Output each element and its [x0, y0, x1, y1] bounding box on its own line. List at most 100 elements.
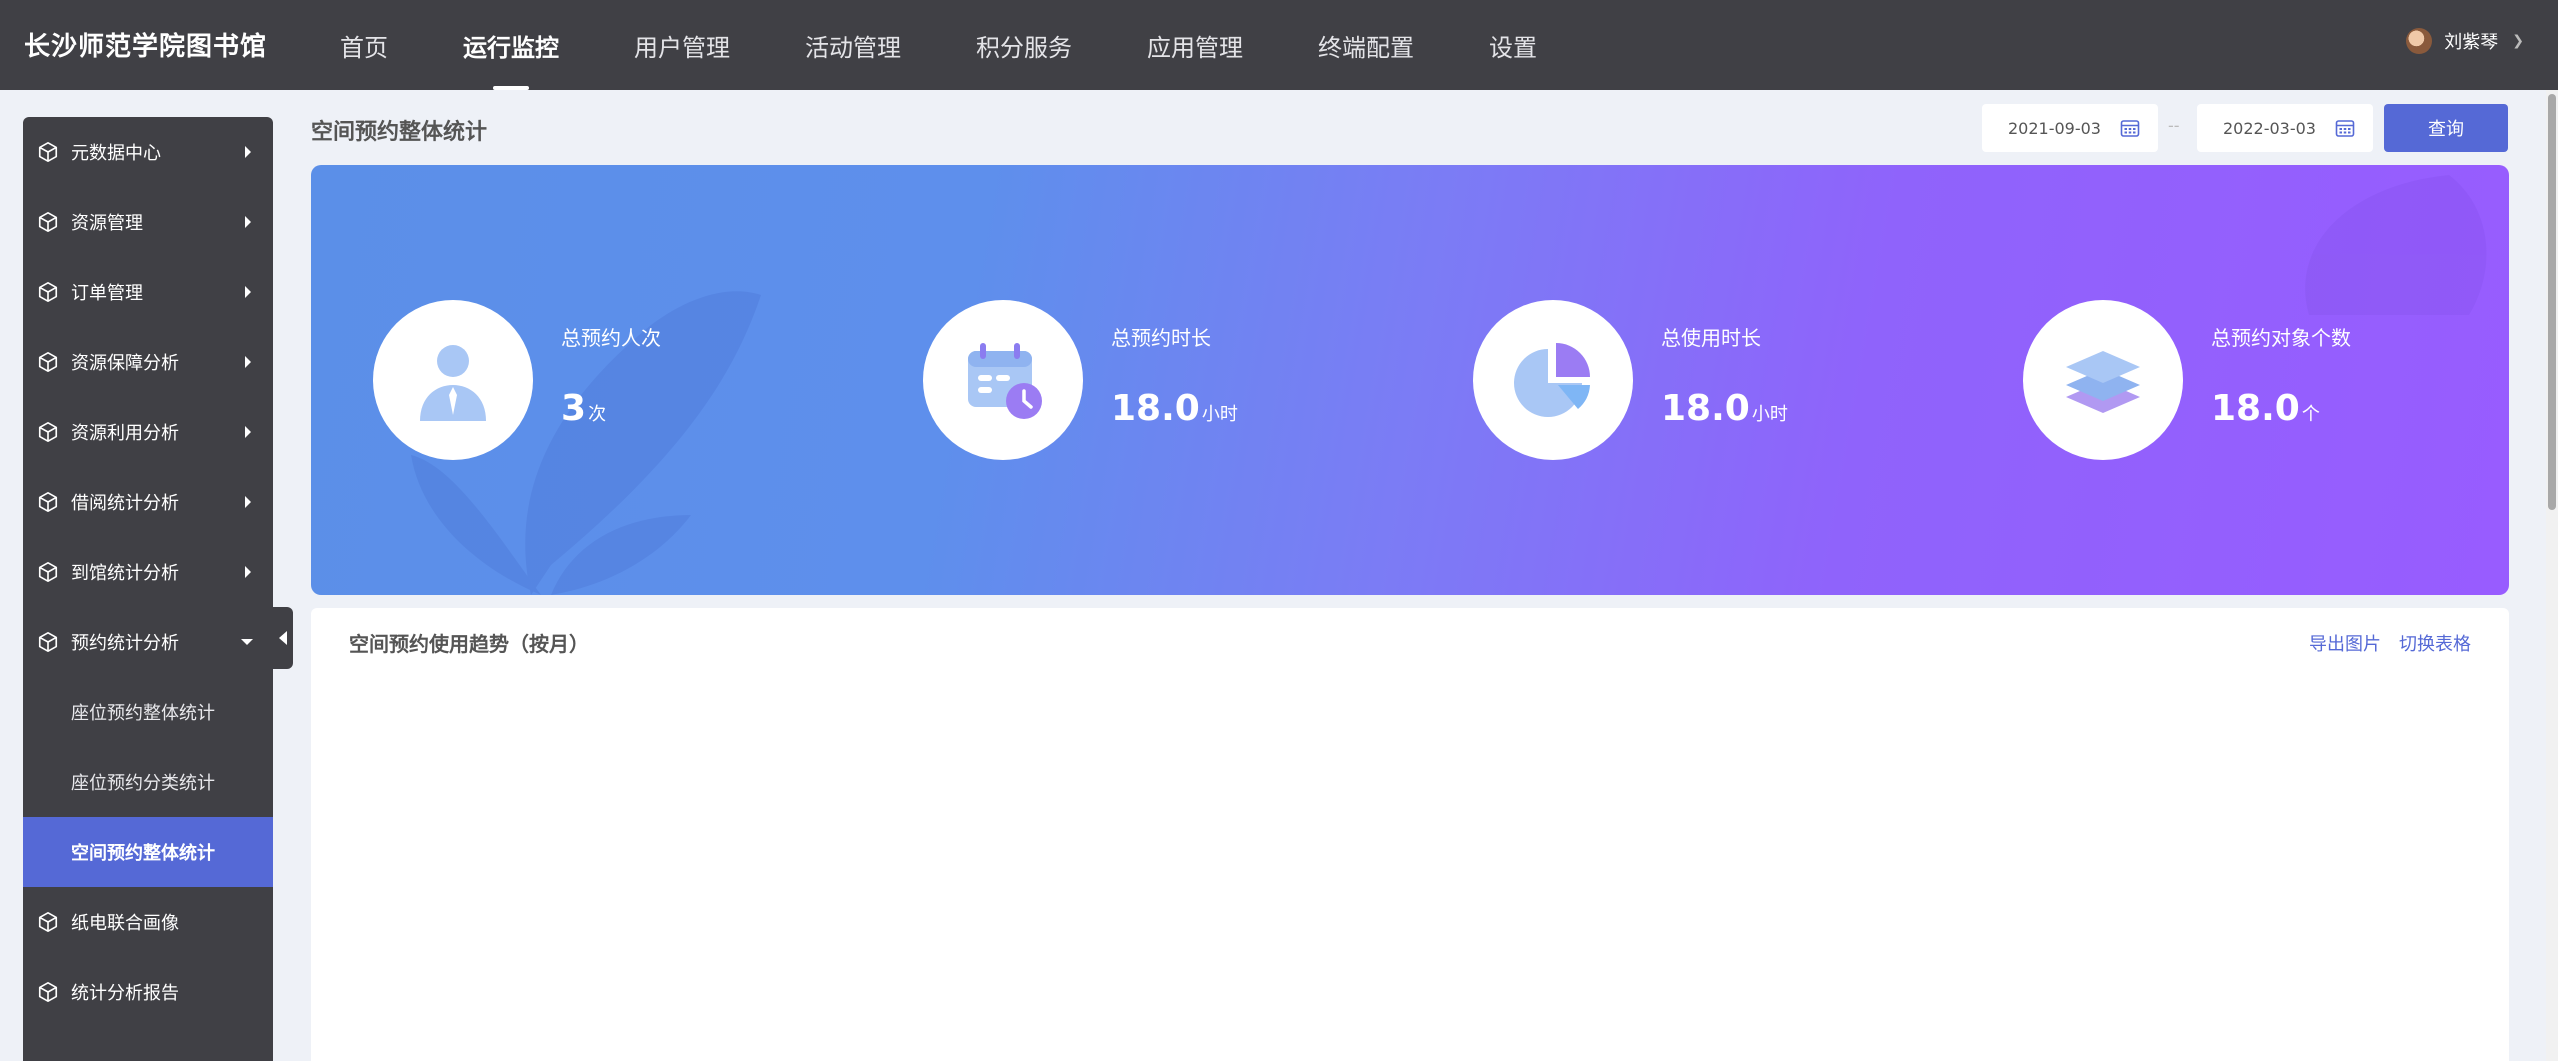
sidebar-item-statistics-report[interactable]: 统计分析报告 [23, 957, 273, 1027]
caret-right-icon [245, 356, 251, 368]
stat-unit: 次 [588, 404, 607, 425]
sidebar-item-print-digital-profile[interactable]: 纸电联合画像 [23, 887, 273, 957]
cube-icon [37, 421, 59, 443]
caret-down-icon [241, 639, 253, 645]
calendar-icon[interactable] [2335, 118, 2355, 138]
cube-icon [37, 631, 59, 653]
user-menu[interactable]: 刘紫琴 ❯ [2406, 28, 2524, 54]
pie-chart-icon [1514, 343, 1590, 417]
nav-user-management[interactable]: 用户管理 [634, 0, 730, 90]
stat-label: 总使用时长 [1661, 326, 1761, 350]
caret-right-icon [245, 426, 251, 438]
sidebar-item-label: 纸电联合画像 [71, 913, 179, 934]
start-date-value: 2021-09-03 [2008, 118, 2101, 138]
sidebar: 元数据中心 资源管理 订单管理 资源保障分析 资源利用分析 借阅统计分析 到馆统… [23, 117, 273, 1061]
collapse-left-icon [279, 631, 287, 645]
sidebar-item-label: 资源保障分析 [71, 353, 179, 374]
main-nav: 首页 运行监控 用户管理 活动管理 积分服务 应用管理 终端配置 设置 [340, 0, 1612, 90]
sidebar-subitem-space-overall[interactable]: 空间预约整体统计 [23, 817, 273, 887]
nav-operation-monitor[interactable]: 运行监控 [463, 0, 559, 90]
panel-title: 空间预约使用趋势（按月） [349, 632, 589, 656]
nav-terminal-config[interactable]: 终端配置 [1318, 0, 1414, 90]
date-range-separator: -- [2168, 116, 2180, 135]
export-image-link[interactable]: 导出图片 [2309, 630, 2381, 656]
cube-icon [37, 351, 59, 373]
stat-value: 3次 [561, 388, 606, 429]
sidebar-item-label: 统计分析报告 [71, 983, 179, 1004]
page-scrollbar-thumb[interactable] [2548, 94, 2556, 510]
stat-icon-circle [373, 300, 533, 460]
cube-icon [37, 141, 59, 163]
cube-icon [37, 281, 59, 303]
caret-right-icon [245, 216, 251, 228]
stat-icon-circle [923, 300, 1083, 460]
stat-number: 18.0 [1111, 388, 1200, 429]
end-date-field[interactable]: 2022-03-03 [2197, 104, 2373, 152]
caret-right-icon [245, 496, 251, 508]
cube-icon [37, 491, 59, 513]
sidebar-item-label: 元数据中心 [71, 143, 161, 164]
avatar[interactable] [2406, 28, 2433, 54]
stat-total-reservation-hours: 总预约时长 18.0 小时 [861, 300, 1381, 460]
caret-right-icon [245, 566, 251, 578]
cube-icon [37, 981, 59, 1003]
layers-icon [2066, 351, 2140, 413]
leaf-decoration [2305, 175, 2487, 315]
stat-value: 18.0 小时 [1661, 388, 1788, 429]
stat-icon-circle [2023, 300, 2183, 460]
stat-total-reservation-objects: 总预约对象个数 18.0 个 [1961, 300, 2481, 460]
page-title: 空间预约整体统计 [311, 120, 488, 145]
calendar-clock-icon [968, 343, 1042, 419]
sidebar-item-label: 预约统计分析 [71, 633, 179, 654]
nav-points-service[interactable]: 积分服务 [976, 0, 1072, 90]
user-icon [420, 345, 486, 421]
sidebar-subitem-seat-overall[interactable]: 座位预约整体统计 [23, 677, 273, 747]
sidebar-item-resource-usage-analysis[interactable]: 资源利用分析 [23, 397, 273, 467]
stat-number: 3 [561, 388, 587, 429]
sidebar-collapse-toggle[interactable] [273, 607, 293, 669]
trend-panel: 空间预约使用趋势（按月） 导出图片 切换表格 [311, 608, 2509, 1061]
sidebar-item-visit-statistics[interactable]: 到馆统计分析 [23, 537, 273, 607]
nav-home[interactable]: 首页 [340, 0, 388, 90]
nav-settings[interactable]: 设置 [1489, 0, 1537, 90]
stat-icon-circle [1473, 300, 1633, 460]
library-brand-title[interactable]: 长沙师范学院图书馆 [24, 26, 267, 63]
stat-label: 总预约对象个数 [2211, 326, 2351, 350]
stat-value: 18.0 个 [2211, 388, 2320, 429]
sidebar-item-label: 资源管理 [71, 213, 143, 234]
cube-icon [37, 911, 59, 933]
user-name[interactable]: 刘紫琴 [2444, 28, 2498, 54]
stat-total-usage-hours: 总使用时长 18.0 小时 [1411, 300, 1931, 460]
stat-value: 18.0 小时 [1111, 388, 1238, 429]
stat-unit: 小时 [1201, 404, 1238, 425]
sidebar-item-borrowing-statistics[interactable]: 借阅统计分析 [23, 467, 273, 537]
toggle-table-link[interactable]: 切换表格 [2399, 630, 2471, 656]
sidebar-item-metadata-center[interactable]: 元数据中心 [23, 117, 273, 187]
sidebar-subitem-seat-category[interactable]: 座位预约分类统计 [23, 747, 273, 817]
stat-number: 18.0 [1661, 388, 1750, 429]
stat-label: 总预约人次 [561, 326, 661, 350]
end-date-value: 2022-03-03 [2223, 118, 2316, 138]
sidebar-item-label: 借阅统计分析 [71, 493, 179, 514]
stat-unit: 小时 [1751, 404, 1788, 425]
calendar-icon[interactable] [2120, 118, 2140, 138]
sidebar-item-label: 订单管理 [71, 283, 143, 304]
sidebar-item-resource-management[interactable]: 资源管理 [23, 187, 273, 257]
sidebar-item-label: 资源利用分析 [71, 423, 179, 444]
stat-unit: 个 [2301, 404, 2320, 425]
query-button[interactable]: 查询 [2384, 104, 2508, 152]
nav-activity-management[interactable]: 活动管理 [805, 0, 901, 90]
stats-banner: 总预约人次 3次 总预约时长 18.0 小时 总使用时长 18.0 小时 总预约… [311, 165, 2509, 595]
sidebar-item-reservation-statistics[interactable]: 预约统计分析 [23, 607, 273, 677]
nav-app-management[interactable]: 应用管理 [1147, 0, 1243, 90]
start-date-field[interactable]: 2021-09-03 [1982, 104, 2158, 152]
cube-icon [37, 561, 59, 583]
panel-actions: 导出图片 切换表格 [2291, 630, 2471, 656]
sidebar-item-order-management[interactable]: 订单管理 [23, 257, 273, 327]
caret-right-icon [245, 146, 251, 158]
caret-right-icon [245, 286, 251, 298]
stat-number: 18.0 [2211, 388, 2300, 429]
cube-icon [37, 211, 59, 233]
sidebar-item-resource-guarantee-analysis[interactable]: 资源保障分析 [23, 327, 273, 397]
chevron-right-icon[interactable]: ❯ [2512, 33, 2524, 49]
